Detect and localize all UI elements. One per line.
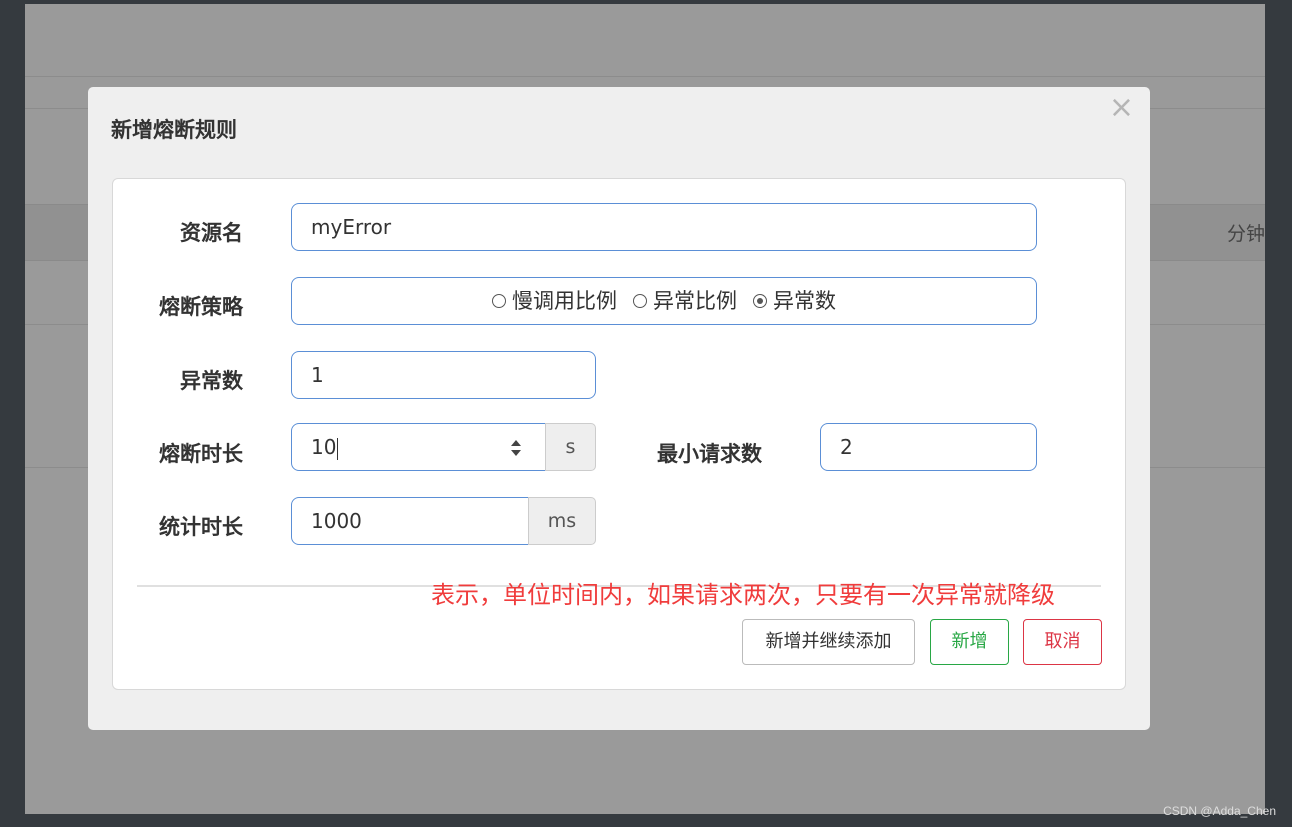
exception-count-label: 异常数 — [180, 369, 243, 393]
dialog-title: 新增熔断规则 — [111, 118, 237, 142]
stat-duration-input[interactable]: 1000 — [291, 497, 529, 545]
resource-input[interactable]: myError — [291, 203, 1037, 251]
radio-label: 异常数 — [773, 289, 836, 313]
min-request-input[interactable]: 2 — [820, 423, 1037, 471]
add-button[interactable]: 新增 — [930, 619, 1009, 665]
add-and-continue-button[interactable]: 新增并继续添加 — [742, 619, 915, 665]
break-duration-input[interactable]: 10 — [291, 423, 546, 471]
radio-exception-count[interactable]: 异常数 — [753, 278, 836, 324]
watermark: CSDN @Adda_Chen — [1163, 804, 1276, 818]
radio-label: 慢调用比例 — [512, 289, 617, 313]
exception-count-input[interactable]: 1 — [291, 351, 596, 399]
annotation-text: 表示，单位时间内，如果请求两次，只要有一次异常就降级 — [431, 581, 1055, 609]
break-duration-label: 熔断时长 — [159, 442, 243, 466]
radio-selected-icon — [753, 294, 767, 308]
bg-column-header: 分钟 — [1226, 223, 1265, 245]
bg-divider — [25, 76, 1265, 77]
break-duration-unit: s — [545, 423, 596, 471]
stat-duration-unit: ms — [528, 497, 596, 545]
radio-circle-icon — [633, 294, 647, 308]
min-request-label: 最小请求数 — [657, 442, 762, 466]
number-spinner-icon[interactable] — [509, 437, 523, 459]
cancel-button[interactable]: 取消 — [1023, 619, 1102, 665]
radio-exception-ratio[interactable]: 异常比例 — [633, 278, 737, 324]
break-duration-value: 10 — [311, 435, 337, 459]
radio-circle-icon — [492, 294, 506, 308]
text-cursor — [337, 437, 339, 460]
radio-slow-call-ratio[interactable]: 慢调用比例 — [492, 278, 617, 324]
resource-label: 资源名 — [180, 221, 243, 245]
stat-duration-label: 统计时长 — [159, 515, 243, 539]
radio-label: 异常比例 — [653, 289, 737, 313]
strategy-radio-group: 慢调用比例 异常比例 异常数 — [291, 277, 1037, 325]
rule-dialog: × 新增熔断规则 资源名 myError 熔断策略 慢调用比例 异常比例 异常数… — [88, 87, 1150, 730]
strategy-label: 熔断策略 — [159, 295, 243, 319]
close-icon[interactable]: × — [1109, 93, 1134, 123]
form-card: 资源名 myError 熔断策略 慢调用比例 异常比例 异常数 异常数 1 熔断… — [112, 178, 1126, 690]
